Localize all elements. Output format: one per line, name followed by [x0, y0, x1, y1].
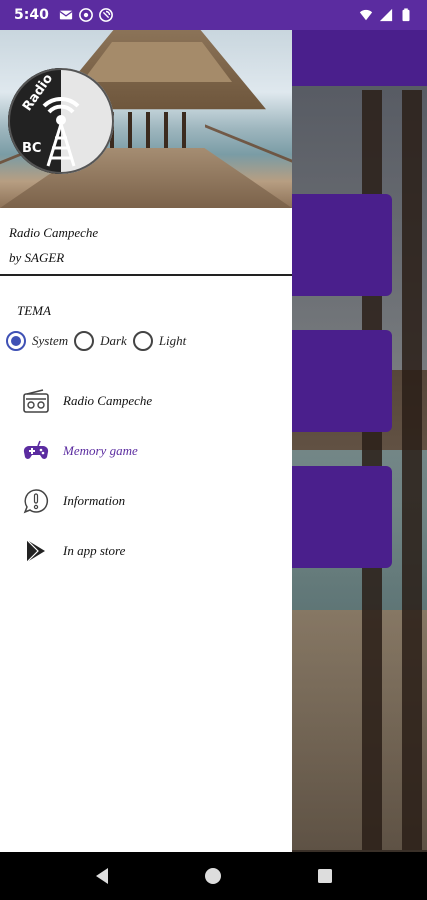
app-toolbar [292, 30, 427, 86]
drawer-app-title: Radio Campeche [9, 225, 99, 240]
menu-item-label: Information [63, 493, 126, 508]
menu-item-label: Radio Campeche [63, 393, 153, 408]
system-nav-bar [0, 852, 427, 900]
app-logo: Radio BC [8, 68, 114, 174]
menu-item-memory-game[interactable]: Memory game [0, 426, 292, 476]
theme-section-label: TEMA [17, 303, 51, 318]
svg-text:Radio: Radio [20, 71, 56, 114]
radio-checked-icon[interactable] [6, 331, 26, 351]
wifi-icon [359, 9, 373, 21]
menu-item-label: Memory game [63, 443, 138, 458]
app-card[interactable] [292, 330, 392, 432]
radio-unchecked-icon[interactable] [74, 331, 95, 351]
alert-icon [78, 8, 93, 22]
recents-icon[interactable] [316, 867, 334, 885]
app-card[interactable] [292, 466, 392, 568]
pier-posts [110, 112, 200, 152]
navigation-drawer: Radio BC Radio Campeche by SAGER TEMA Sy… [0, 30, 292, 852]
status-time: 5:40 [14, 7, 49, 23]
signal-icon [379, 8, 393, 22]
app-background [292, 30, 427, 852]
bg-pole [402, 90, 422, 850]
back-icon[interactable] [92, 866, 112, 886]
status-left-icons [59, 8, 113, 22]
svg-text:BC: BC [22, 141, 41, 156]
menu-item-radio-campeche[interactable]: Radio Campeche [0, 376, 292, 426]
radio-tower-icon: Radio BC [8, 68, 114, 174]
drawer-menu: Radio Campeche Memory game Information I… [0, 376, 292, 576]
radio-unchecked-icon[interactable] [132, 331, 153, 351]
menu-item-in-app-store[interactable]: In app store [0, 526, 292, 576]
theme-option-label: Dark [100, 333, 127, 348]
mail-icon [59, 10, 73, 20]
theme-option-system[interactable]: System [6, 331, 68, 351]
theme-option-light[interactable]: Light [132, 331, 187, 351]
app-card[interactable] [292, 194, 392, 296]
menu-item-information[interactable]: Information [0, 476, 292, 526]
privacy-icon [98, 8, 113, 22]
battery-icon [402, 8, 410, 22]
status-right-icons [359, 8, 413, 22]
play-store-icon [22, 537, 50, 565]
radio-icon [22, 387, 50, 415]
theme-option-label: System [32, 333, 69, 348]
menu-item-label: In app store [63, 543, 126, 558]
theme-option-dark[interactable]: Dark [74, 331, 127, 351]
info-bubble-icon [22, 487, 50, 515]
drawer-header-divider [0, 274, 292, 276]
drawer-app-subtitle: by SAGER [9, 250, 65, 265]
home-icon[interactable] [204, 867, 222, 885]
status-bar: 5:40 [0, 0, 427, 30]
gamepad-icon [22, 437, 50, 465]
theme-option-label: Light [158, 333, 187, 348]
theme-radio-group: System Dark Light [6, 331, 192, 351]
